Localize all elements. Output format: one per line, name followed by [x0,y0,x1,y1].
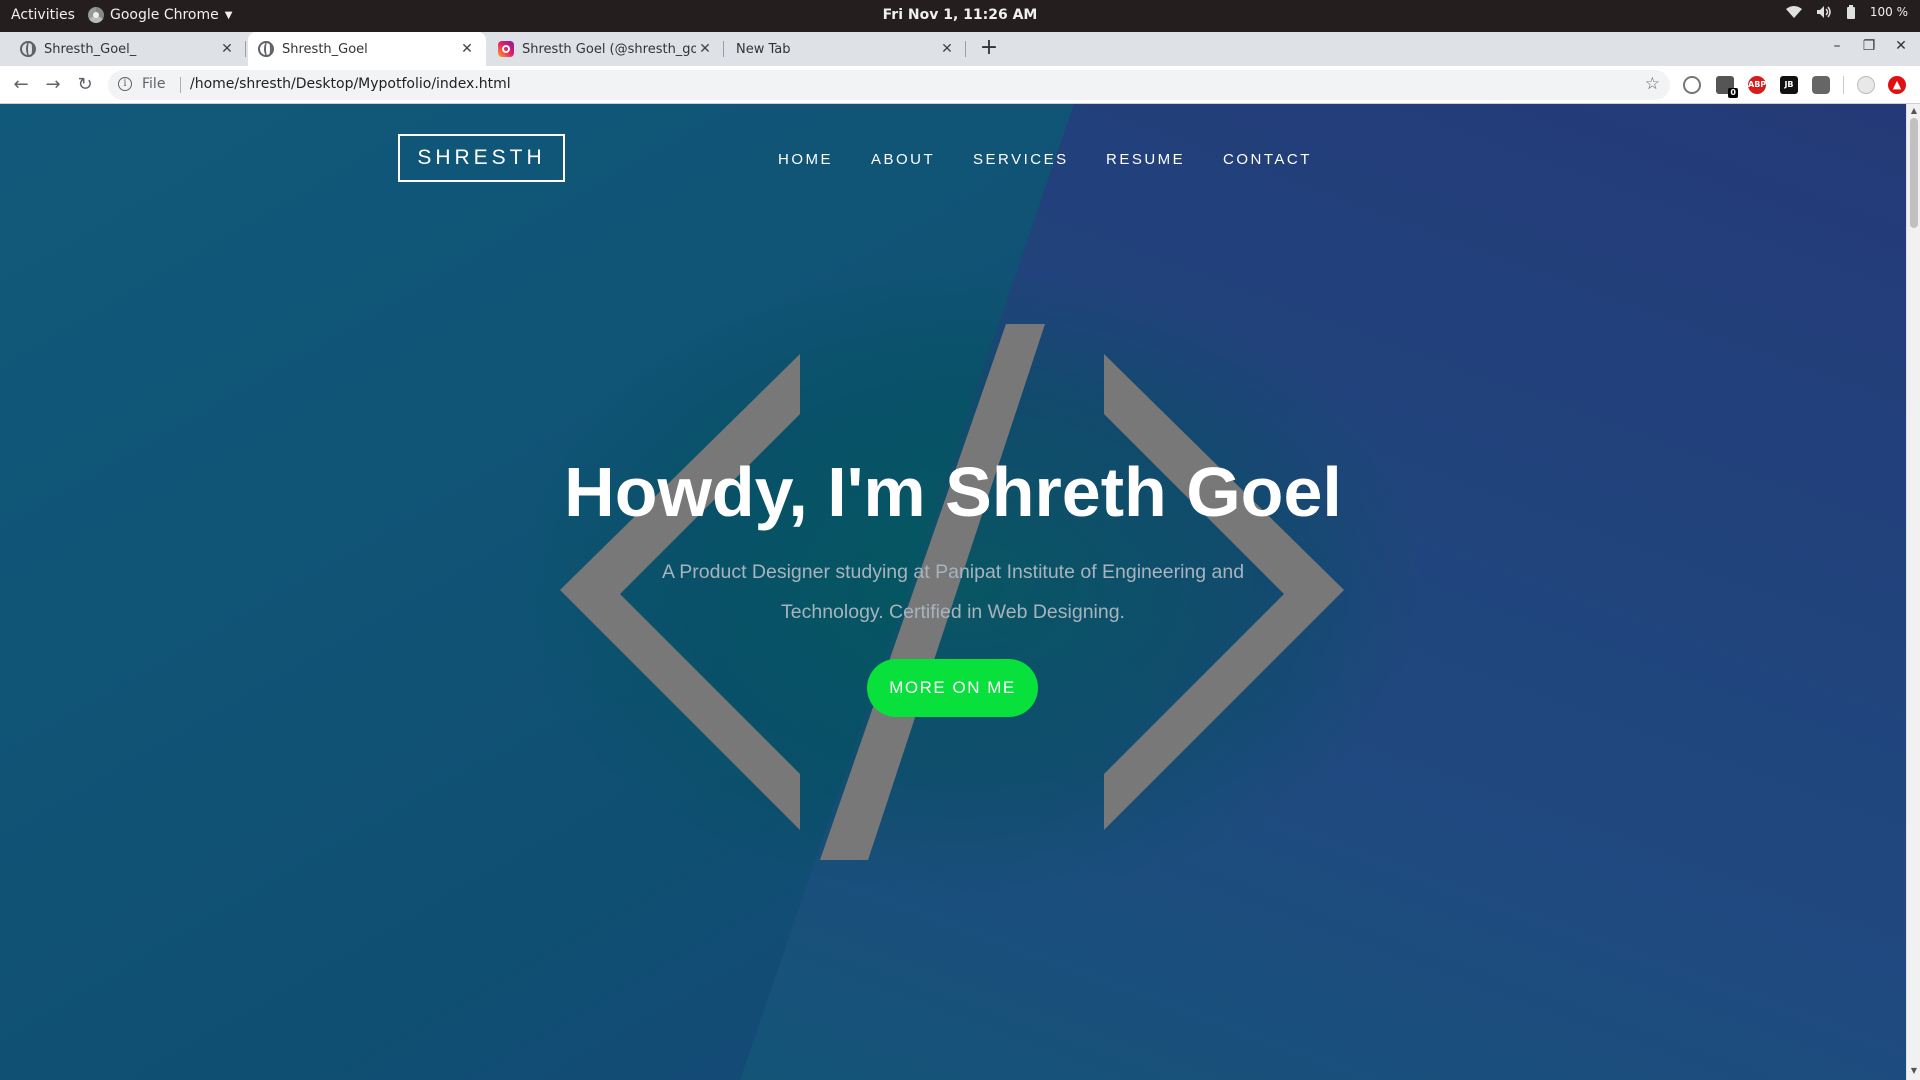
close-window-icon[interactable]: ✕ [1889,38,1913,60]
back-button[interactable]: ← [8,72,34,98]
address-bar[interactable]: i File /home/shresth/Desktop/Mypotfolio/… [108,70,1670,100]
new-tab-button[interactable]: + [976,36,1002,62]
tab-title: Shresth_Goel_ [44,41,137,57]
hero-greeting: Howdy, I'm [564,453,946,531]
url-text[interactable]: /home/shresth/Desktop/Mypotfolio/index.h… [190,76,511,92]
globe-icon [20,41,36,57]
scroll-down-arrow[interactable]: ▼ [1907,1066,1920,1078]
forward-button[interactable]: → [40,72,66,98]
globe-extension-icon[interactable] [1683,76,1701,94]
hero-heading: Howdy, I'm Shreth Goel [0,452,1906,532]
nav-home[interactable]: HOME [778,151,833,168]
instagram-icon [498,41,514,57]
restore-icon[interactable]: ❐ [1857,38,1881,60]
tab-new-tab[interactable]: New Tab ✕ [726,32,966,66]
tab-shresth-goel[interactable]: Shresth_Goel ✕ [248,32,486,66]
tab-title: Shresth Goel (@shresth_goel [522,41,696,57]
tab-divider [965,41,966,57]
update-alert-icon[interactable]: ▲ [1888,76,1906,94]
clock[interactable]: Fri Nov 1, 11:26 AM [883,7,1038,23]
profile-avatar-icon[interactable] [1857,76,1875,94]
tab-strip: Shresth_Goel_ ✕ Shresth_Goel ✕ Shresth G… [0,32,1920,66]
minimize-icon[interactable]: – [1825,38,1849,60]
tab-title: Shresth_Goel [282,41,368,57]
volume-icon [1816,6,1831,18]
site-logo[interactable]: SHRESTH [398,134,565,182]
battery-percent: 100 % [1869,5,1908,19]
browser-toolbar: ← → ↻ i File /home/shresth/Desktop/Mypot… [0,66,1920,104]
system-top-bar: Activities Google Chrome ▼ Fri Nov 1, 11… [0,0,1920,32]
scheme-label: File [142,76,166,92]
omnibox-divider [180,77,181,93]
info-icon[interactable]: i [118,77,132,91]
tab-instagram[interactable]: Shresth Goel (@shresth_goel ✕ [488,32,724,66]
page-viewport: SHRESTH HOME ABOUT SERVICES RESUME CONTA… [0,104,1906,1080]
adblock-label: ABP [1748,80,1767,89]
close-tab-icon[interactable]: ✕ [458,41,476,57]
hero-subtitle: A Product Designer studying at Panipat I… [661,561,1245,623]
status-area[interactable]: 100 % [1785,5,1908,19]
jetbrains-label: JB [1784,80,1794,89]
tab-title: New Tab [736,41,791,57]
tab-divider [723,41,724,57]
nav-services[interactable]: SERVICES [973,151,1069,168]
close-tab-icon[interactable]: ✕ [218,41,236,57]
nav-about[interactable]: ABOUT [871,151,935,168]
hero-name: Shreth Goel [945,453,1342,531]
nav-contact[interactable]: CONTACT [1223,151,1312,168]
close-tab-icon[interactable]: ✕ [938,41,956,57]
nav-resume[interactable]: RESUME [1106,151,1185,168]
toolbar-divider [1843,76,1844,94]
bookmark-star-icon[interactable]: ☆ [1645,74,1660,94]
jetbrains-icon[interactable]: JB [1780,76,1798,94]
counter-extension-icon[interactable]: 0 [1716,76,1738,98]
globe-icon [258,41,274,57]
tab-shresth-goel-underscore[interactable]: Shresth_Goel_ ✕ [10,32,246,66]
extension-badge: 0 [1728,88,1738,98]
adblock-plus-icon[interactable]: ABP [1748,76,1766,94]
battery-icon [1846,5,1855,19]
wifi-icon [1785,6,1802,18]
media-extension-icon[interactable] [1812,76,1830,94]
scrollbar-thumb[interactable] [1910,118,1918,228]
scroll-up-arrow[interactable]: ▲ [1907,106,1920,118]
reload-button[interactable]: ↻ [72,72,98,98]
more-on-me-button[interactable]: MORE ON ME [867,659,1038,717]
close-tab-icon[interactable]: ✕ [696,41,714,57]
tab-divider [245,41,246,57]
page-scrollbar[interactable]: ▲ ▼ [1906,104,1920,1080]
